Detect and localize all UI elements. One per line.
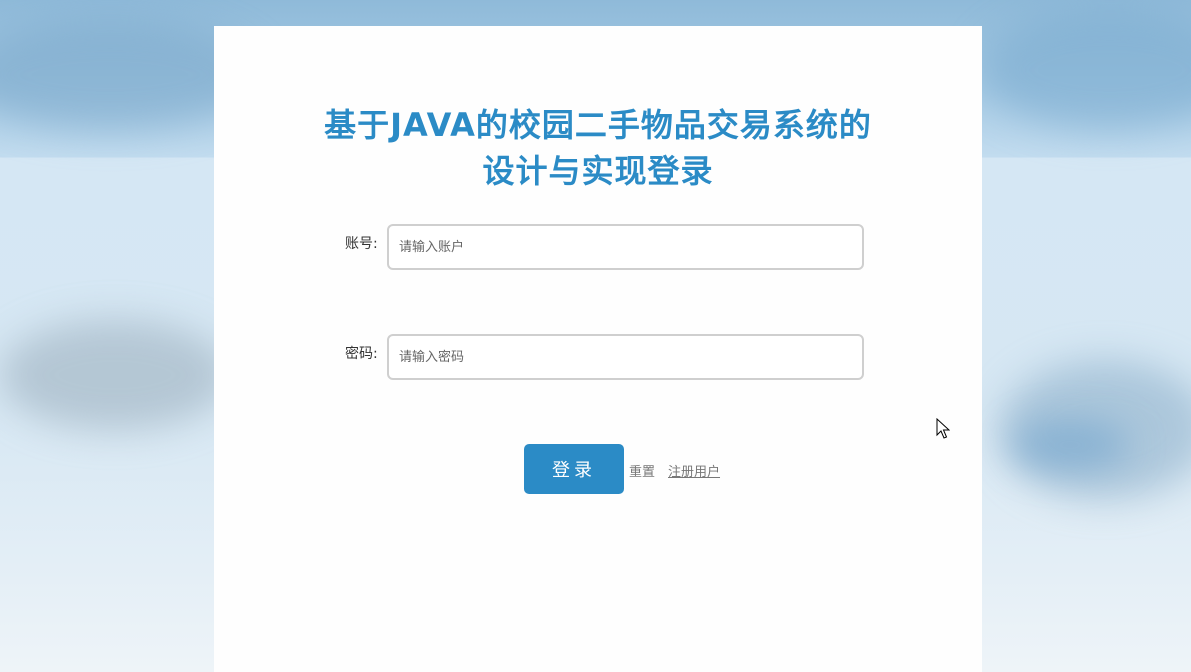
page-title-line-2: 设计与实现登录 (482, 152, 714, 190)
register-user-link[interactable]: 注册用户 (668, 461, 720, 480)
background-cloud (0, 320, 230, 430)
page-title: 基于JAVA的校园二手物品交易系统的 设计与实现登录 (214, 102, 982, 194)
account-label: 账号: (345, 236, 378, 252)
login-button[interactable]: 登录 (524, 444, 624, 494)
account-input[interactable] (387, 224, 864, 270)
page-title-line-1: 基于JAVA的校园二手物品交易系统的 (324, 106, 872, 144)
mouse-pointer-icon (936, 418, 950, 439)
login-panel: 基于JAVA的校园二手物品交易系统的 设计与实现登录 账号: 密码: 登录 重置… (214, 26, 982, 672)
password-label: 密码: (345, 346, 378, 362)
password-input[interactable] (387, 334, 864, 380)
background-cloud (980, 10, 1191, 130)
background-cloud (1010, 420, 1130, 470)
reset-link[interactable]: 重置 (629, 461, 655, 480)
